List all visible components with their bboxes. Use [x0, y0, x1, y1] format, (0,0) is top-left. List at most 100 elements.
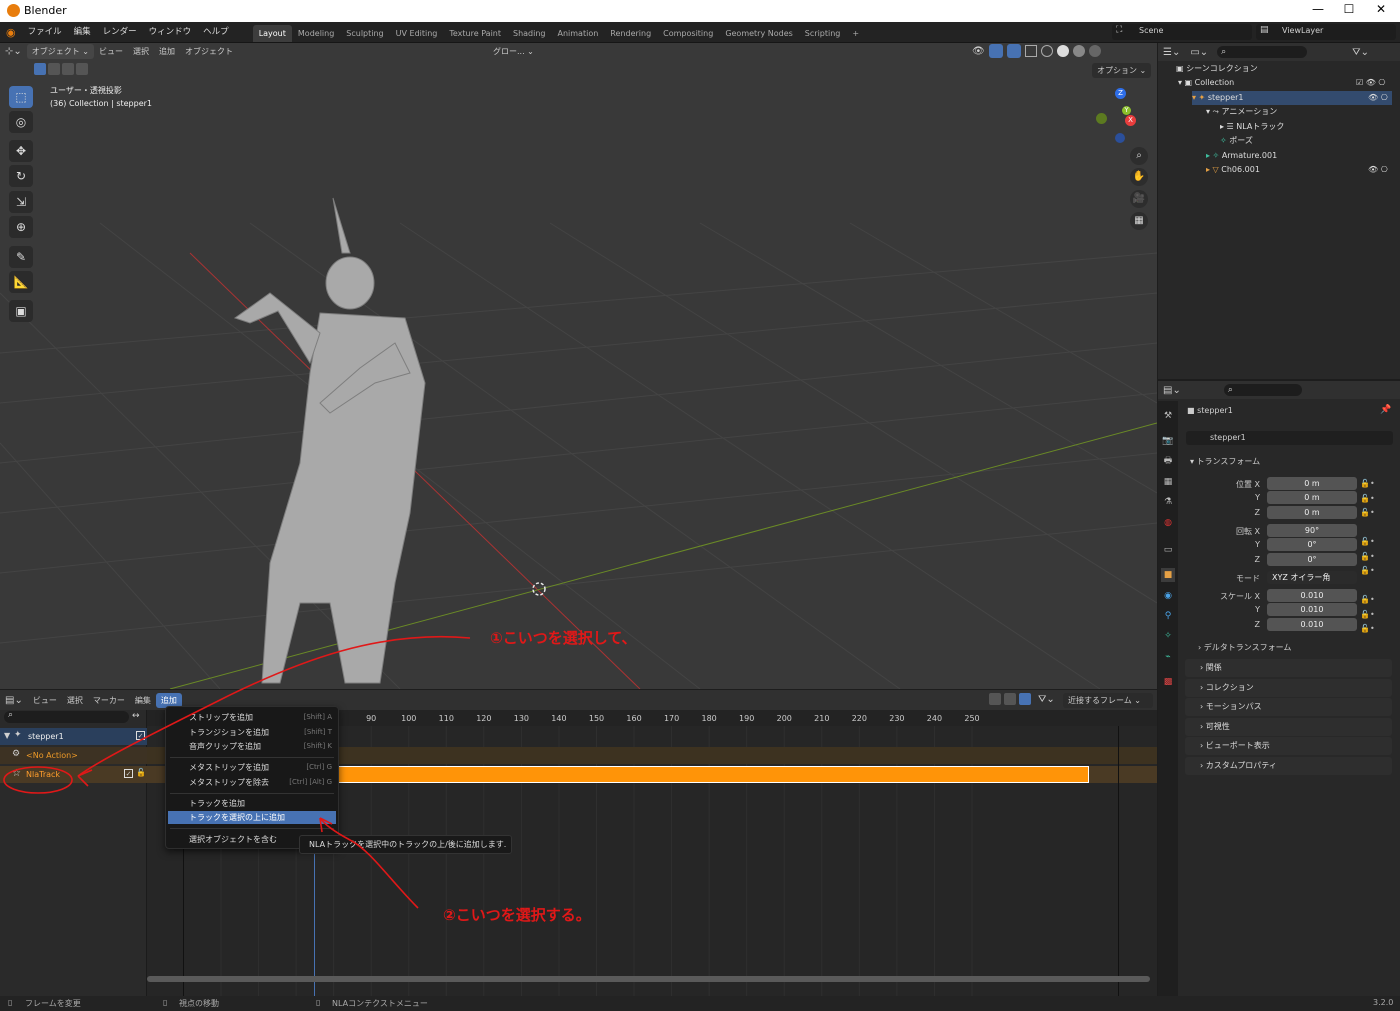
star-icon[interactable]: ☆ — [12, 768, 21, 779]
outliner[interactable]: ☰⌄ ▭⌄ ⌕ ⛛⌄ ▣ シーンコレクション ▾ ▣ Collection ▾ … — [1158, 43, 1400, 379]
3d-viewport[interactable]: ⊹⌄ オブジェクト ⌄ ビュー 選択 追加 オブジェクト グロー... ⌄ オプ… — [0, 43, 1157, 689]
tab-scripting[interactable]: Scripting — [799, 25, 847, 42]
minimize-button[interactable]: — — [1303, 2, 1333, 20]
zoom-icon[interactable]: ⌕ — [1130, 147, 1148, 165]
scale-x-field[interactable]: 0.010 — [1267, 589, 1357, 602]
rotation-mode-dropdown[interactable]: XYZ オイラー角 — [1267, 571, 1357, 584]
properties-editor-type-icon[interactable]: ▤⌄ — [1158, 383, 1186, 398]
menu-remove-meta-strip[interactable]: メタストリップを除去 [Ctrl] [Alt] G — [168, 776, 336, 789]
outliner-stepper1[interactable]: ▾ ✦ stepper1 — [1192, 91, 1392, 105]
tab-uv-editing[interactable]: UV Editing — [390, 25, 444, 42]
scene-tab-icon[interactable]: ⚗ — [1161, 495, 1175, 509]
select-extend-icon[interactable] — [48, 63, 60, 75]
menu-add-meta-strip[interactable]: メタストリップを追加 [Ctrl] G — [168, 761, 336, 774]
channel-search-input[interactable]: ⌕ — [4, 710, 129, 723]
select-box-tool[interactable]: ⬚ — [9, 86, 33, 108]
tab-modeling[interactable]: Modeling — [292, 25, 340, 42]
menu-add-transition[interactable]: トランジションを追加 [Shift] T — [168, 726, 336, 739]
editor-type-icon[interactable]: ⊹⌄ — [0, 44, 27, 59]
outliner-collection[interactable]: ▾ ▣ Collection — [1178, 76, 1234, 90]
add-workspace-button[interactable]: + — [846, 25, 865, 42]
collection-checkbox-icon[interactable]: ☑ 👁 ⎔ — [1356, 76, 1385, 90]
data-tab-icon[interactable]: ✧ — [1161, 629, 1175, 643]
material-shading-icon[interactable] — [1072, 45, 1085, 57]
gizmo-neg-y-icon[interactable] — [1096, 113, 1107, 124]
wireframe-shading-icon[interactable] — [1040, 45, 1053, 57]
location-x-field[interactable]: 0 m — [1267, 477, 1357, 490]
outliner-armature[interactable]: ▸ ✧ Armature.001 — [1206, 149, 1277, 163]
menu-window[interactable]: ウィンドウ — [143, 22, 198, 43]
tab-sculpting[interactable]: Sculpting — [340, 25, 389, 42]
show-hidden-icon[interactable] — [1004, 693, 1016, 705]
outliner-animation[interactable]: ▾ ⤳ アニメーション — [1206, 105, 1277, 119]
outliner-search-input[interactable]: ⌕ — [1217, 46, 1308, 58]
select-new-icon[interactable] — [34, 63, 46, 75]
visibility-panel[interactable]: › 可視性 — [1185, 718, 1392, 736]
tab-rendering[interactable]: Rendering — [604, 25, 657, 42]
navigation-gizmo[interactable]: Z Y X — [1096, 88, 1146, 143]
outliner-pose[interactable]: ✧ ポーズ — [1220, 134, 1253, 148]
relations-panel[interactable]: › 関係 — [1185, 659, 1392, 677]
transform-tool[interactable]: ⊕ — [9, 216, 33, 238]
collection-tab-icon[interactable]: ▭ — [1161, 543, 1175, 557]
channel-no-action-row[interactable]: ⚙ <No Action> — [0, 747, 147, 764]
nla-menu-select[interactable]: 選択 — [62, 693, 88, 708]
location-z-field[interactable]: 0 m — [1267, 506, 1357, 519]
viewport-menu-object[interactable]: オブジェクト — [180, 44, 238, 59]
horizontal-scrollbar[interactable] — [147, 976, 1150, 982]
expand-arrow-icon[interactable]: ▼ — [4, 731, 10, 740]
action-strip[interactable] — [337, 766, 1089, 783]
gizmo-y-icon[interactable]: Y — [1122, 106, 1131, 115]
tab-texture-paint[interactable]: Texture Paint — [443, 25, 507, 42]
viewport-menu-view[interactable]: ビュー — [94, 44, 128, 59]
outliner-filter-icon[interactable]: ⛛⌄ — [1347, 45, 1374, 60]
location-y-field[interactable]: 0 m — [1267, 491, 1357, 504]
nla-menu-view[interactable]: ビュー — [28, 693, 62, 708]
select-invert-icon[interactable] — [76, 63, 88, 75]
object-tab-icon[interactable]: ■ — [1161, 568, 1175, 582]
view-layer-selector[interactable]: ▤ ViewLayer — [1256, 24, 1396, 40]
gizmo-neg-z-icon[interactable] — [1115, 133, 1125, 143]
tool-tab-icon[interactable]: ⚒ — [1161, 409, 1175, 423]
select-subtract-icon[interactable] — [62, 63, 74, 75]
menu-file[interactable]: ファイル — [22, 22, 68, 43]
blender-menu-icon[interactable]: ◉ — [0, 22, 22, 43]
menu-render[interactable]: レンダー — [97, 22, 143, 43]
maximize-button[interactable]: ☐ — [1334, 2, 1364, 20]
display-mode-icon[interactable]: ▭⌄ — [1185, 45, 1213, 60]
overlay-toggle-icon[interactable] — [1006, 44, 1021, 58]
tab-geometry-nodes[interactable]: Geometry Nodes — [719, 25, 798, 42]
move-tool[interactable]: ✥ — [9, 140, 33, 162]
camera-icon[interactable]: 🎥 — [1130, 190, 1148, 208]
nla-editor-type-icon[interactable]: ▤⌄ — [0, 693, 28, 708]
channel-object-checkbox[interactable]: ✓ — [136, 731, 145, 740]
scale-tool[interactable]: ⇲ — [9, 191, 33, 213]
world-tab-icon[interactable]: ◍ — [1161, 516, 1175, 530]
lock-icon[interactable]: 🔓 — [136, 768, 146, 777]
transform-panel-header[interactable]: ▾ トランスフォーム — [1186, 453, 1393, 471]
rendered-shading-icon[interactable] — [1088, 45, 1101, 57]
bone-tab-icon[interactable]: ⌁ — [1161, 650, 1175, 664]
visibility-icon[interactable]: 👁 — [972, 46, 985, 57]
mode-selector[interactable]: オブジェクト ⌄ — [26, 44, 95, 59]
viewport-display-panel[interactable]: › ビューポート表示 — [1185, 737, 1392, 755]
pan-hand-icon[interactable]: ✋ — [1130, 168, 1148, 186]
close-button[interactable]: ✕ — [1366, 2, 1396, 20]
only-selected-icon[interactable] — [989, 693, 1001, 705]
menu-add-strip[interactable]: ストリップを追加 [Shift] A — [168, 711, 336, 724]
measure-tool[interactable]: 📐 — [9, 271, 33, 293]
outliner-scene-collection[interactable]: ▣ シーンコレクション — [1176, 62, 1258, 76]
mesh-visibility-icon[interactable]: 👁 ⎔ — [1368, 163, 1388, 177]
menu-add-sound-clip[interactable]: 音声クリップを追加 [Shift] K — [168, 740, 336, 753]
outliner-editor-type-icon[interactable]: ☰⌄ — [1158, 45, 1185, 60]
channel-nlatrack-row[interactable]: ☆ NlaTrack ✓ 🔓 — [0, 766, 147, 783]
show-errors-icon[interactable] — [1019, 693, 1031, 705]
stepper1-visibility-icon[interactable]: 👁 ⎔ — [1368, 91, 1388, 105]
snap-selector[interactable]: 近接するフレーム ⌄ — [1063, 693, 1153, 708]
gizmo-toggle-icon[interactable] — [988, 44, 1003, 58]
properties-search-input[interactable]: ⌕ — [1223, 384, 1302, 396]
constraints-tab-icon[interactable]: ⚲ — [1161, 609, 1175, 623]
texture-tab-icon[interactable]: ▩ — [1161, 675, 1175, 689]
options-dropdown[interactable]: オプション ⌄ — [1092, 63, 1152, 78]
solid-shading-icon[interactable] — [1056, 45, 1069, 57]
